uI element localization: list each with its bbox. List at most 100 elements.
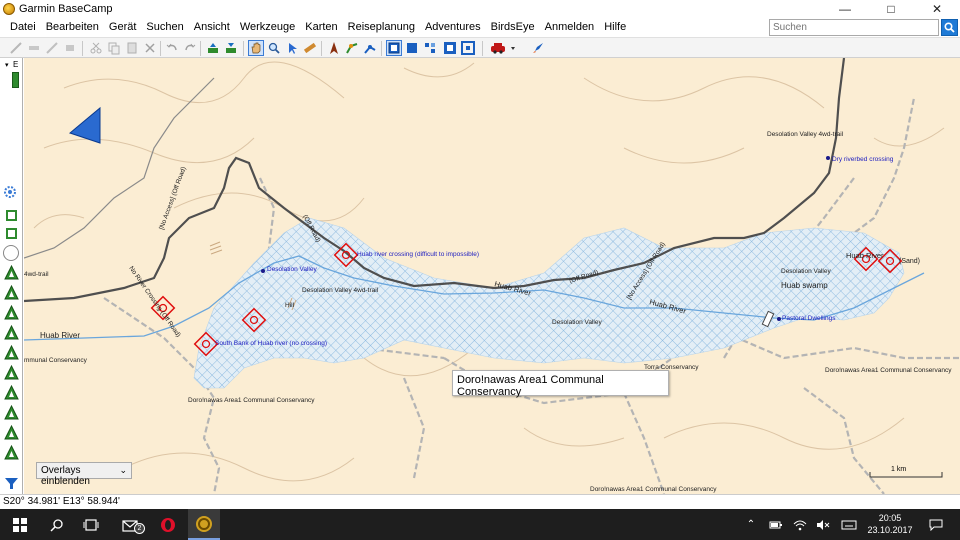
menu-ansicht[interactable]: Ansicht (189, 17, 235, 37)
redo-button[interactable] (182, 40, 198, 56)
menu-datei[interactable]: Datei (0, 17, 41, 37)
copy-button[interactable] (106, 40, 122, 56)
new-waypoint-button[interactable] (326, 40, 342, 56)
menu-adventures[interactable]: Adventures (420, 17, 486, 37)
draw-icon (46, 42, 58, 54)
collection-triangle-icon[interactable] (4, 404, 19, 420)
collection-triangle-icon[interactable] (4, 324, 19, 340)
undo-button[interactable] (164, 40, 180, 56)
overlay-dropdown[interactable]: Overlays einblenden ⌄ (36, 462, 132, 487)
draw-tool-button[interactable] (44, 40, 60, 56)
tray-expand-icon[interactable]: ⌃ (744, 509, 758, 540)
search-button[interactable] (941, 19, 958, 36)
measure-distance-button[interactable] (302, 40, 318, 56)
windows-taskbar: 2 ⌃ 20:05 23.10.2017 (0, 509, 960, 540)
redo-icon (185, 43, 196, 51)
windows-start-button[interactable] (5, 509, 35, 540)
notifications-button[interactable] (924, 509, 948, 540)
map-label: Hill (285, 302, 295, 309)
delete-icon (145, 43, 155, 53)
device-receive-icon (208, 43, 218, 53)
huab-valley-area (193, 217, 905, 389)
battery-icon[interactable] (768, 509, 784, 540)
north-arrow-icon (68, 106, 101, 144)
opera-app-button[interactable] (153, 509, 183, 540)
map-label: 4wd-trail (24, 271, 49, 278)
fit-view-button[interactable] (460, 40, 476, 56)
list-item-icon[interactable] (4, 226, 19, 241)
send-to-device-button[interactable] (223, 40, 239, 56)
maximize-button[interactable]: □ (868, 0, 914, 17)
select-tool-button[interactable] (284, 40, 300, 56)
menu-suchen[interactable]: Suchen (141, 17, 188, 37)
map-label: Huab River (846, 251, 884, 260)
menu-hilfe[interactable]: Hilfe (599, 17, 631, 37)
menu-karten[interactable]: Karten (300, 17, 342, 37)
collapse-arrow-icon[interactable]: ▾ (5, 61, 9, 69)
map-label: (Sand) (899, 258, 920, 265)
birdseye-view-button[interactable] (422, 40, 438, 56)
new-track-button[interactable] (362, 40, 378, 56)
collection-triangle-icon[interactable] (4, 364, 19, 380)
map-view[interactable]: Desolation Valley 4wd-trail Dry riverbed… (24, 58, 960, 494)
eraser-icon (66, 45, 74, 51)
clock[interactable]: 20:05 23.10.2017 (865, 512, 915, 536)
collection-triangle-icon[interactable] (4, 384, 19, 400)
measure-icon (29, 46, 39, 50)
task-view-button[interactable] (76, 509, 106, 540)
erase-tool-button[interactable] (62, 40, 78, 56)
launch-button[interactable] (530, 40, 546, 56)
3d-view-button[interactable] (404, 40, 420, 56)
collection-triangle-icon[interactable] (4, 284, 19, 300)
gear-icon[interactable] (3, 185, 17, 199)
map-label: Doro!nawas Area1 Communal Conservancy (590, 486, 717, 493)
paste-button[interactable] (124, 40, 140, 56)
collection-triangle-icon[interactable] (4, 424, 19, 440)
volume-icon[interactable] (815, 509, 831, 540)
circle-icon[interactable] (3, 245, 19, 261)
cube-icon (407, 43, 417, 53)
cut-button[interactable] (88, 40, 104, 56)
rocket-icon (533, 43, 543, 53)
close-button[interactable]: ✕ (914, 0, 960, 17)
device-icon[interactable] (12, 72, 19, 88)
scissors-icon (90, 42, 102, 54)
measure-tool-button[interactable] (26, 40, 42, 56)
menu-geraet[interactable]: Gerät (104, 17, 142, 37)
clock-date: 23.10.2017 (867, 525, 913, 535)
car-icon (491, 43, 515, 54)
collection-triangle-icon[interactable] (4, 344, 19, 360)
receive-from-device-button[interactable] (205, 40, 221, 56)
menu-reiseplanung[interactable]: Reiseplanung (343, 17, 420, 37)
map-view-button[interactable] (386, 40, 402, 56)
search-input[interactable] (769, 19, 939, 36)
menu-bearbeiten[interactable]: Bearbeiten (41, 17, 104, 37)
minimize-button[interactable]: — (822, 0, 868, 17)
map-label: Huab River (40, 331, 80, 340)
wifi-icon[interactable] (792, 509, 808, 540)
tooltip-text: Doro!nawas Area1 Communal Conservancy (457, 374, 604, 398)
collection-triangle-icon[interactable] (4, 304, 19, 320)
collection-triangle-icon[interactable] (4, 264, 19, 280)
new-route-button[interactable] (344, 40, 360, 56)
list-item-icon[interactable] (4, 208, 19, 223)
overlay-dropdown-label: Overlays einblenden (41, 465, 90, 487)
delete-button[interactable] (142, 40, 158, 56)
activity-profile-dropdown[interactable] (488, 40, 518, 56)
magnifier-icon (268, 42, 280, 54)
new-tool-button[interactable] (8, 40, 24, 56)
menu-werkzeuge[interactable]: Werkzeuge (235, 17, 300, 37)
zoom-extents-button[interactable] (442, 40, 458, 56)
zoom-tool-button[interactable] (266, 40, 282, 56)
route-icon (346, 43, 358, 54)
menu-birdseye[interactable]: BirdsEye (486, 17, 540, 37)
filter-icon[interactable] (4, 476, 19, 491)
map-frame-icon (388, 42, 400, 54)
basecamp-taskbar-button[interactable] (188, 509, 220, 540)
collection-triangle-icon[interactable] (4, 444, 19, 460)
hand-tool-button[interactable] (248, 40, 264, 56)
menu-anmelden[interactable]: Anmelden (540, 17, 600, 37)
search-taskbar-button[interactable] (42, 509, 72, 540)
keyboard-icon[interactable] (840, 509, 858, 540)
mail-app-button[interactable]: 2 (114, 509, 148, 540)
